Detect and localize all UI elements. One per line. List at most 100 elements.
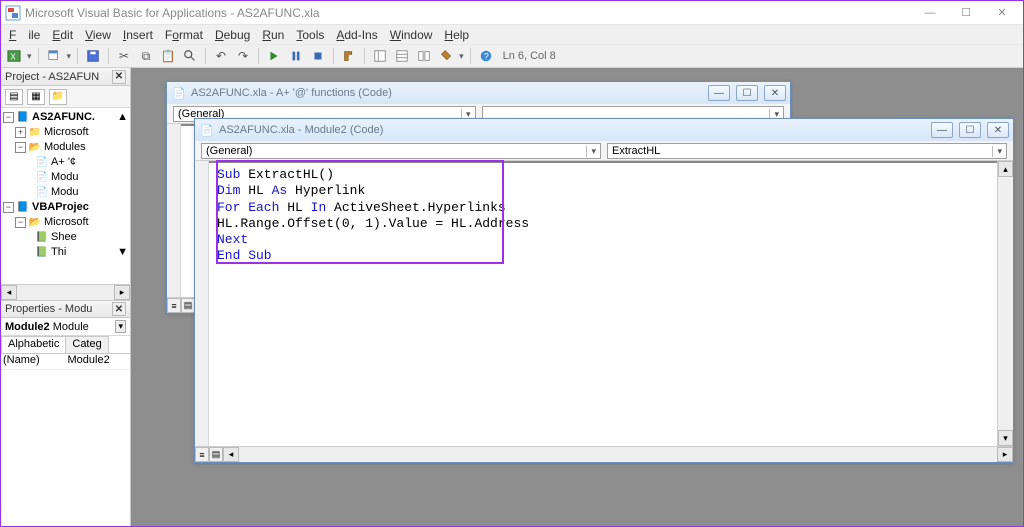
menu-help[interactable]: Help (438, 26, 475, 44)
menu-format[interactable]: Format (159, 26, 209, 44)
full-module-view-icon[interactable]: ▤ (181, 298, 195, 313)
svg-text:?: ? (483, 52, 488, 62)
scroll-left-icon[interactable]: ◂ (1, 285, 17, 300)
scroll-down-icon[interactable]: ▾ (998, 430, 1013, 446)
maximize-button[interactable]: ☐ (949, 3, 983, 23)
code-window-titlebar[interactable]: 📄 AS2AFUNC.xla - A+ '@' functions (Code)… (167, 82, 790, 104)
minimize-button[interactable]: — (913, 3, 947, 23)
tree-node-project2[interactable]: VBAProjec (32, 200, 89, 215)
tab-alphabetic[interactable]: Alphabetic (1, 336, 66, 353)
view-excel-button[interactable]: X (5, 47, 23, 65)
project-tree[interactable]: −📘AS2AFUNC.▲ +📁Microsoft −📂Modules 📄A+ '… (1, 108, 130, 284)
maximize-button[interactable]: ☐ (736, 85, 758, 101)
sheet-icon: 📗 (35, 230, 49, 245)
module-icon: 📄 (199, 122, 215, 138)
properties-panel-close[interactable]: ✕ (112, 302, 126, 316)
project-panel-close[interactable]: ✕ (112, 70, 126, 84)
scroll-right-icon[interactable]: ▸ (114, 285, 130, 300)
run-button[interactable] (265, 47, 283, 65)
tree-node-more[interactable]: Thi (51, 245, 66, 260)
project-panel-header: Project - AS2AFUN ✕ (1, 68, 130, 86)
menu-window[interactable]: Window (384, 26, 439, 44)
code-window-vscroll[interactable]: ▴ ▾ (997, 161, 1013, 446)
minimize-button[interactable]: — (708, 85, 730, 101)
sheet-icon: 📗 (35, 245, 49, 260)
project-explorer-button[interactable] (371, 47, 389, 65)
insert-userform-button[interactable] (45, 47, 63, 65)
properties-panel-title: Properties - Modu (5, 303, 92, 315)
tab-categorized[interactable]: Categ (65, 336, 108, 353)
menu-tools[interactable]: Tools (290, 26, 330, 44)
tree-node-m2[interactable]: Modu (51, 170, 79, 185)
save-button[interactable] (84, 47, 102, 65)
code-gutter (167, 124, 181, 297)
menu-view[interactable]: View (79, 26, 117, 44)
procedure-view-icon[interactable]: ≡ (195, 447, 209, 462)
reset-button[interactable] (309, 47, 327, 65)
folder-open-icon: 📂 (28, 215, 42, 230)
redo-button[interactable]: ↷ (234, 47, 252, 65)
design-mode-button[interactable] (340, 47, 358, 65)
tree-node-sheet[interactable]: Shee (51, 230, 77, 245)
chevron-down-icon[interactable]: ▾ (115, 320, 126, 333)
full-module-view-icon[interactable]: ▤ (209, 447, 223, 462)
scroll-up-icon[interactable]: ▴ (998, 161, 1013, 177)
window-controls: — ☐ ✕ (913, 3, 1019, 23)
procedure-combo[interactable]: ExtractHL▾ (607, 143, 1007, 159)
toggle-folders-icon[interactable]: 📁 (49, 89, 67, 105)
menu-debug[interactable]: Debug (209, 26, 256, 44)
code-editor[interactable]: Sub ExtractHL() Dim HL As Hyperlink For … (209, 161, 997, 446)
property-row[interactable]: (Name) Module2 (1, 354, 130, 370)
close-button[interactable]: ✕ (764, 85, 786, 101)
view-code-icon[interactable]: ▤ (5, 89, 23, 105)
menu-run[interactable]: Run (256, 26, 290, 44)
menu-insert[interactable]: Insert (117, 26, 159, 44)
tree-node-ms2[interactable]: Microsoft (44, 215, 89, 230)
module-icon: 📄 (35, 170, 49, 185)
property-key: (Name) (1, 354, 66, 369)
toolbox-button[interactable] (437, 47, 455, 65)
properties-object-selector[interactable]: Module2 Module ▾ (1, 318, 130, 336)
properties-tabs: Alphabetic Categ (1, 336, 130, 354)
scroll-left-icon[interactable]: ◂ (223, 447, 239, 462)
find-button[interactable] (181, 47, 199, 65)
properties-grid[interactable]: (Name) Module2 (1, 354, 130, 526)
properties-window-button[interactable] (393, 47, 411, 65)
code-window-title: AS2AFUNC.xla - A+ '@' functions (Code) (191, 87, 392, 99)
expand-icon[interactable]: − (15, 217, 26, 228)
copy-button[interactable]: ⧉ (137, 47, 155, 65)
help-button[interactable]: ? (477, 47, 495, 65)
procedure-view-icon[interactable]: ≡ (167, 298, 181, 313)
minimize-button[interactable]: — (931, 122, 953, 138)
scroll-right-icon[interactable]: ▸ (997, 447, 1013, 462)
tree-node-modules[interactable]: Modules (44, 140, 86, 155)
app-icon (5, 5, 21, 21)
tree-node-project1[interactable]: AS2AFUNC. (32, 110, 95, 125)
tree-node-m1[interactable]: A+ '¢ (51, 155, 76, 170)
property-value[interactable]: Module2 (66, 354, 131, 369)
code-window-front[interactable]: 📄 AS2AFUNC.xla - Module2 (Code) — ☐ ✕ (G… (194, 118, 1014, 463)
view-object-icon[interactable]: ▦ (27, 89, 45, 105)
expand-icon[interactable]: + (15, 127, 26, 138)
properties-object-type: Module (53, 321, 89, 333)
close-button[interactable]: ✕ (987, 122, 1009, 138)
code-window-titlebar[interactable]: 📄 AS2AFUNC.xla - Module2 (Code) — ☐ ✕ (195, 119, 1013, 141)
code-window-hscroll[interactable]: ≡ ▤ ◂ ▸ (195, 446, 1013, 462)
project-hscroll[interactable]: ◂ ▸ (1, 284, 130, 300)
expand-icon[interactable]: − (15, 142, 26, 153)
break-button[interactable] (287, 47, 305, 65)
tree-node-m3[interactable]: Modu (51, 185, 79, 200)
tree-node-ms1[interactable]: Microsoft (44, 125, 89, 140)
paste-button[interactable]: 📋 (159, 47, 177, 65)
close-button[interactable]: ✕ (985, 3, 1019, 23)
menu-addins[interactable]: Add-Ins (330, 26, 383, 44)
undo-button[interactable]: ↶ (212, 47, 230, 65)
cut-button[interactable]: ✂ (115, 47, 133, 65)
object-combo[interactable]: (General)▾ (201, 143, 601, 159)
menu-edit[interactable]: Edit (46, 26, 79, 44)
expand-icon[interactable]: − (3, 202, 14, 213)
object-browser-button[interactable] (415, 47, 433, 65)
expand-icon[interactable]: − (3, 112, 14, 123)
maximize-button[interactable]: ☐ (959, 122, 981, 138)
menu-file[interactable]: File (3, 26, 46, 44)
